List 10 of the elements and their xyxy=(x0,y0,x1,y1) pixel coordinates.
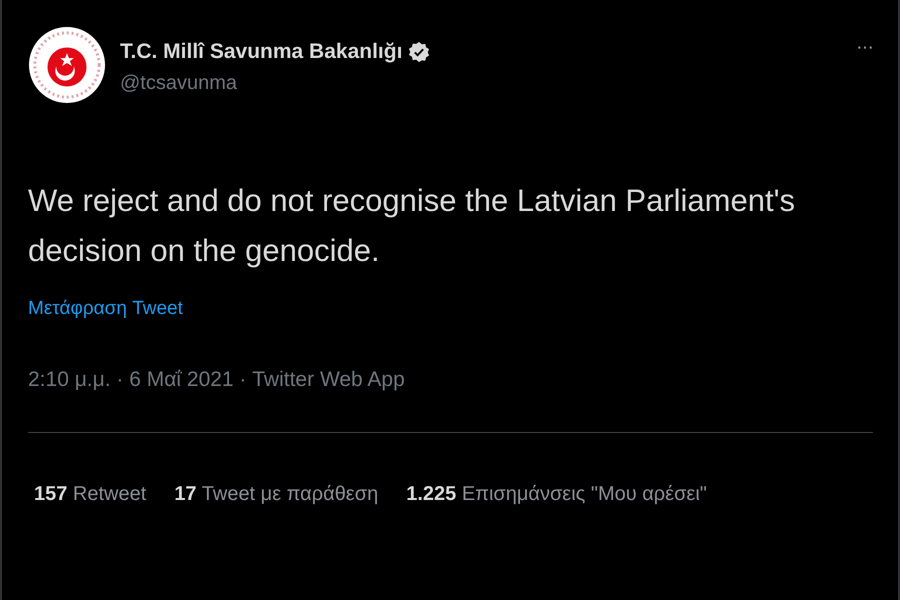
author-name[interactable]: T.C. Millî Savunma Bakanlığı xyxy=(120,40,402,64)
avatar-logo[interactable] xyxy=(28,26,106,104)
tweet-timestamp: 2:10 μ.μ. · 6 Μαΐ 2021 · Twitter Web App xyxy=(28,368,405,392)
engagement-stat[interactable]: 17 Tweet με παράθεση xyxy=(174,483,378,506)
engagement-stat[interactable]: 1.225 Επισημάνσεις "Μου αρέσει" xyxy=(406,483,707,506)
translate-link[interactable]: Μετάφραση Tweet xyxy=(28,298,183,320)
more-menu[interactable]: ··· xyxy=(856,36,873,59)
author-handle[interactable]: @tcsavunma xyxy=(120,72,430,95)
engagement-stat[interactable]: 157 Retweet xyxy=(34,483,146,506)
tweet-text: We reject and do not recognise the Latvian Parliament's decision on the genocide. xyxy=(28,182,796,270)
